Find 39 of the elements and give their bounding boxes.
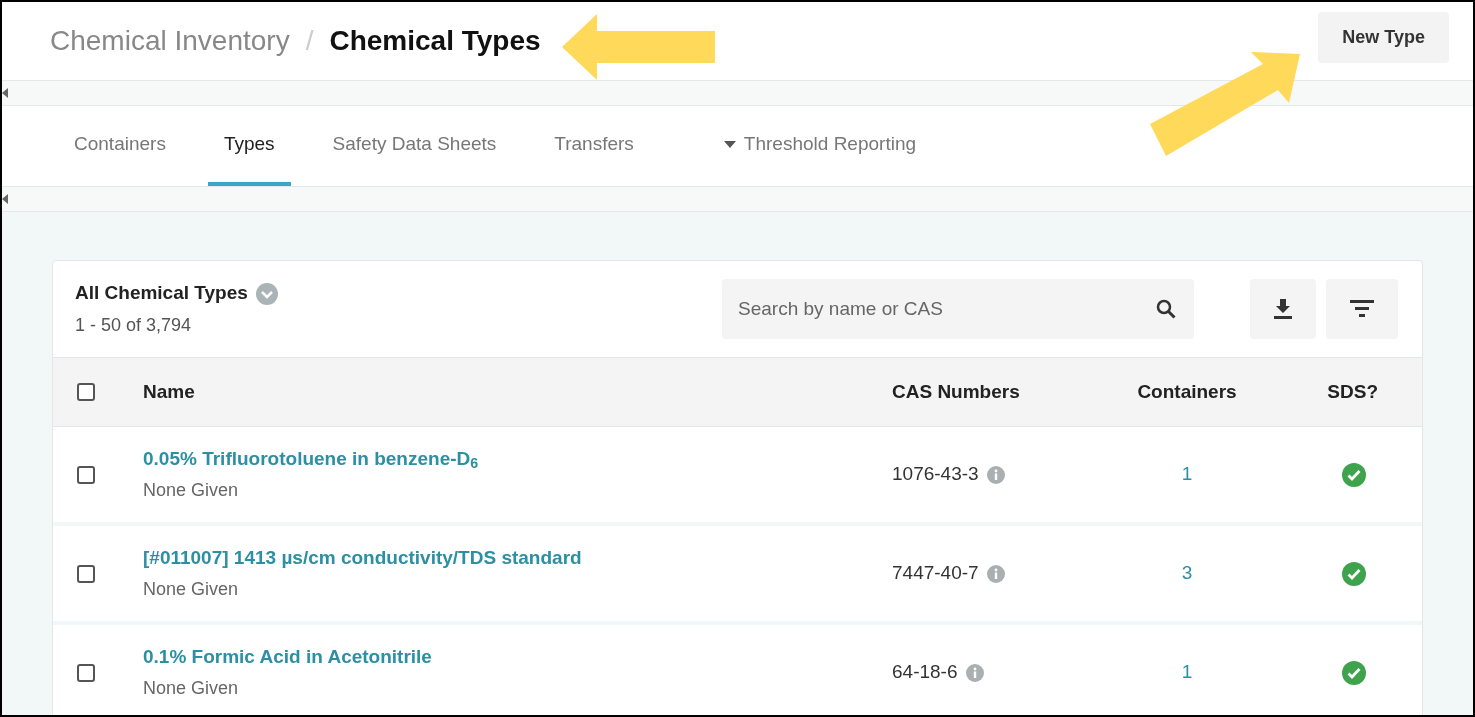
search-field[interactable]: Search by name or CAS bbox=[722, 279, 1194, 339]
checkbox[interactable] bbox=[77, 465, 95, 484]
description-text: None Given bbox=[143, 677, 240, 701]
description-text: None Given bbox=[143, 479, 240, 503]
container-count-link[interactable]: 1 bbox=[1181, 658, 1193, 687]
page-title: Chemical Types bbox=[329, 24, 541, 58]
container-count-link[interactable]: 1 bbox=[1181, 460, 1193, 489]
checkbox[interactable] bbox=[77, 663, 95, 682]
tab[interactable]: Transfers bbox=[538, 106, 650, 186]
collapse-icon[interactable] bbox=[2, 194, 8, 204]
download-icon bbox=[1274, 299, 1292, 319]
list-title[interactable]: All Chemical Types bbox=[75, 279, 248, 308]
chemical-name-link[interactable]: 0.1% Formic Acid in Acetonitrile bbox=[143, 642, 892, 672]
search-icon bbox=[1156, 299, 1176, 319]
checkbox[interactable] bbox=[77, 564, 95, 583]
cas-number: 7447-40-7 bbox=[892, 561, 979, 586]
tab[interactable]: Safety Data Sheets bbox=[316, 106, 513, 186]
column-header: Containers bbox=[1136, 379, 1238, 404]
cas-number: 64-18-6 bbox=[892, 660, 958, 685]
result-count: 1 - 50 of 3,794 bbox=[75, 313, 193, 337]
collapse-icon[interactable] bbox=[2, 88, 8, 98]
download-button[interactable] bbox=[1250, 279, 1316, 339]
cas-number: 1076-43-3 bbox=[892, 462, 979, 487]
breadcrumb-separator: / bbox=[305, 24, 314, 58]
column-header: Name bbox=[143, 379, 196, 404]
column-header: CAS Numbers bbox=[892, 379, 1021, 404]
column-header: SDS? bbox=[1326, 379, 1379, 404]
checkbox[interactable] bbox=[77, 383, 95, 401]
filter-button[interactable] bbox=[1326, 279, 1398, 339]
breadcrumb-link[interactable]: Chemical Inventory bbox=[50, 20, 290, 62]
chemical-name-link[interactable]: 0.05% Trifluorotoluene in benzene-D$_{6}$ bbox=[143, 444, 892, 474]
container-count-link[interactable]: 3 bbox=[1181, 559, 1193, 588]
tab[interactable]: Threshold Reporting bbox=[707, 106, 932, 186]
filter-icon bbox=[1350, 300, 1374, 318]
caret-icon bbox=[723, 140, 736, 148]
new-type-button[interactable]: New Type bbox=[1318, 12, 1449, 63]
description-text: None Given bbox=[143, 578, 240, 602]
chemical-name-link[interactable]: [#011007] 1413 µs/cm conductivity/TDS standard bbox=[143, 543, 892, 573]
tab[interactable]: Containers bbox=[58, 106, 182, 186]
